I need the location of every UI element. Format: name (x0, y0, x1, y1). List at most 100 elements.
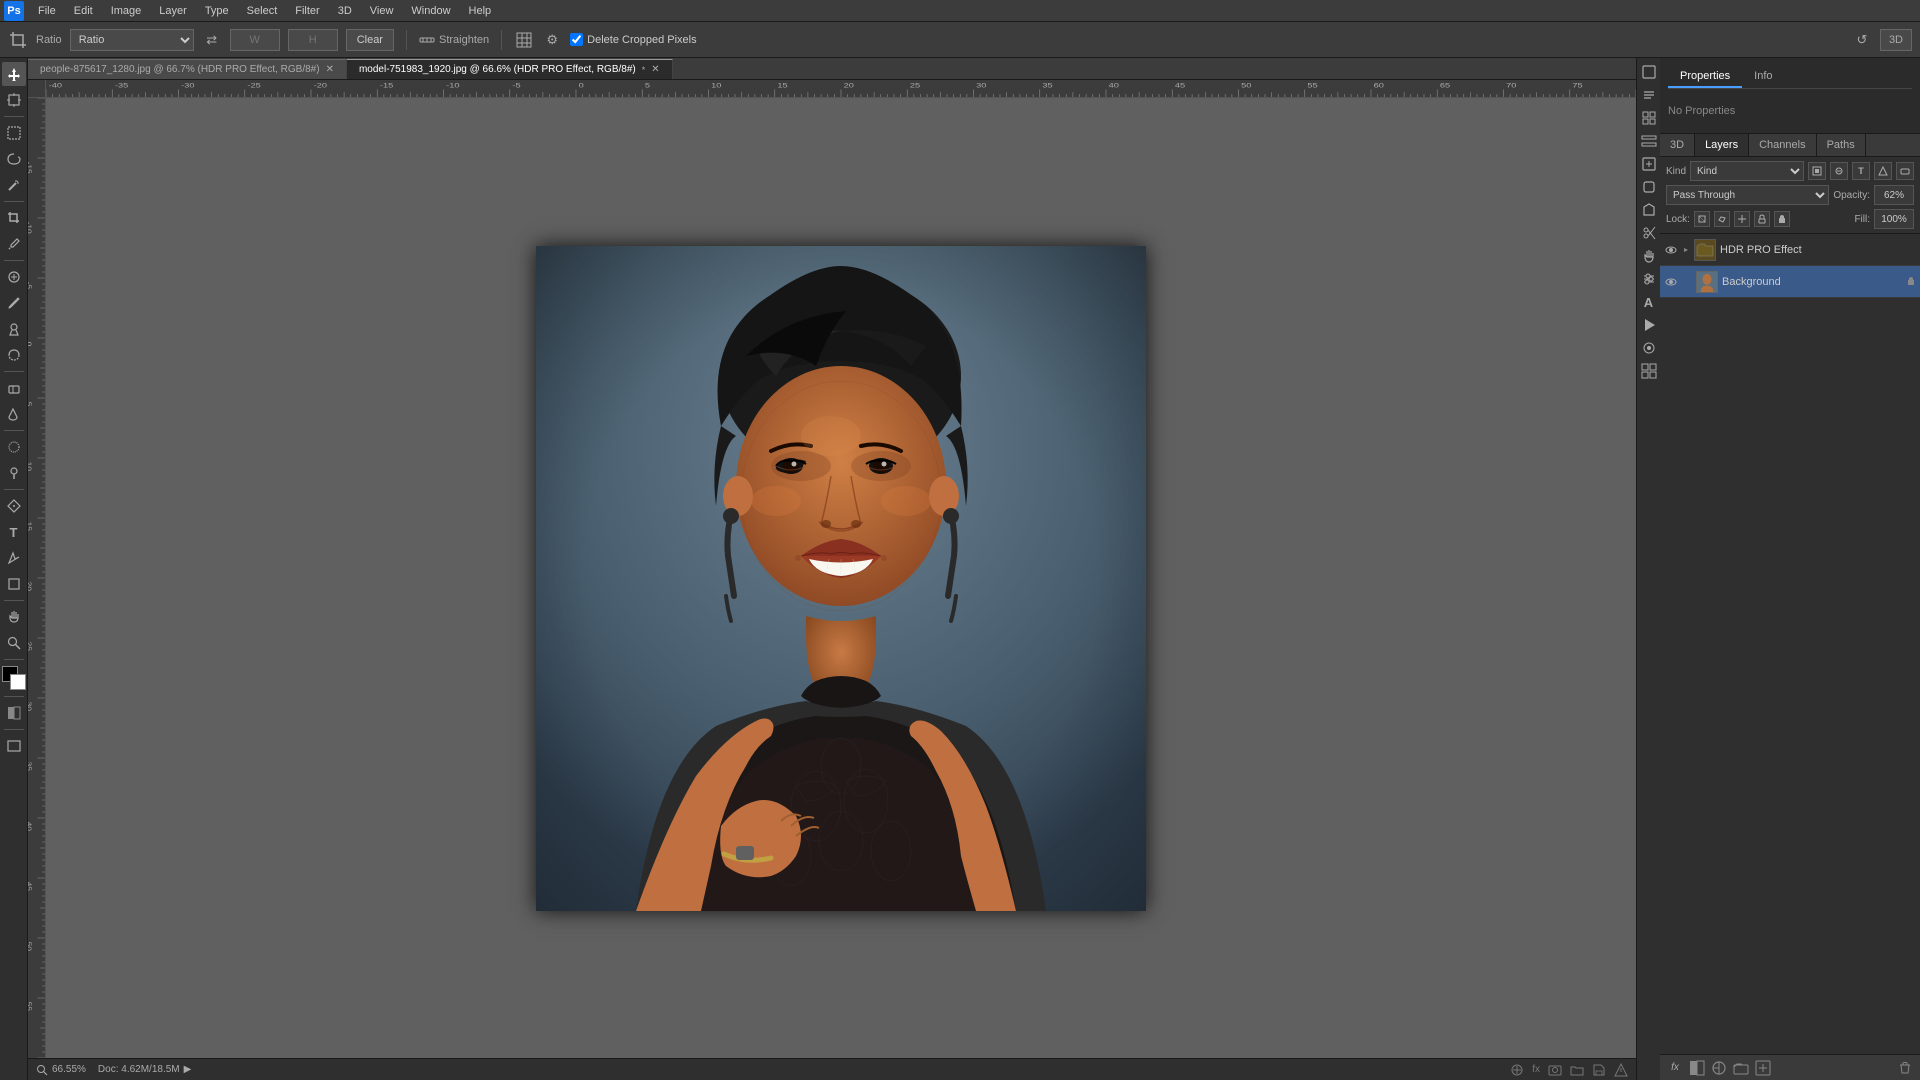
layer-item-hdr[interactable]: HDR PRO Effect (1660, 234, 1920, 266)
lock-artboard[interactable] (1754, 211, 1770, 227)
rt-btn-hand2[interactable] (1639, 246, 1659, 266)
clear-button[interactable]: Clear (346, 29, 394, 51)
layer-foot-adjustment[interactable] (1710, 1059, 1728, 1077)
tool-brush[interactable] (2, 291, 26, 315)
tool-pen[interactable] (2, 494, 26, 518)
layer-filter-smart[interactable] (1896, 162, 1914, 180)
layer-foot-mask[interactable] (1688, 1059, 1706, 1077)
grid-overlay-icon[interactable] (514, 30, 534, 50)
tool-screen-mode[interactable] (2, 734, 26, 758)
tool-eraser[interactable] (2, 376, 26, 400)
swap-icon[interactable]: ⇄ (202, 30, 222, 50)
layers-tab-paths[interactable]: Paths (1817, 134, 1866, 156)
background-color[interactable] (10, 674, 26, 690)
menu-edit[interactable]: Edit (66, 3, 101, 19)
tool-zoom[interactable] (2, 631, 26, 655)
delete-cropped-checkbox[interactable] (570, 33, 583, 46)
layer-hdr-visibility[interactable] (1664, 243, 1678, 257)
reset-icon[interactable]: ↺ (1852, 30, 1872, 50)
menu-file[interactable]: File (30, 3, 64, 19)
rt-btn-3[interactable] (1639, 108, 1659, 128)
layer-foot-delete[interactable] (1896, 1059, 1914, 1077)
menu-3d[interactable]: 3D (330, 3, 360, 19)
lock-position[interactable] (1734, 211, 1750, 227)
rt-btn-type[interactable]: A (1639, 292, 1659, 312)
layers-tab-3d[interactable]: 3D (1660, 134, 1695, 156)
tab-info[interactable]: Info (1742, 66, 1784, 88)
rt-btn-grid[interactable] (1639, 361, 1659, 381)
rt-btn-7[interactable] (1639, 200, 1659, 220)
blend-mode-select[interactable]: Pass Through Normal Multiply Screen (1666, 185, 1829, 205)
layer-filter-adjust[interactable] (1830, 162, 1848, 180)
tool-move[interactable] (2, 62, 26, 86)
layer-foot-group[interactable] (1732, 1059, 1750, 1077)
width-input[interactable] (230, 29, 280, 51)
lock-image[interactable] (1714, 211, 1730, 227)
opacity-value[interactable]: 62% (1874, 185, 1914, 205)
lock-all[interactable] (1774, 211, 1790, 227)
menu-image[interactable]: Image (103, 3, 150, 19)
layer-filter-type[interactable]: T (1852, 162, 1870, 180)
tool-crop[interactable] (2, 206, 26, 230)
tool-artboard[interactable] (2, 88, 26, 112)
menu-help[interactable]: Help (461, 3, 500, 19)
rt-btn-history[interactable] (1639, 62, 1659, 82)
layers-tab-channels[interactable]: Channels (1749, 134, 1816, 156)
crop-tool-icon[interactable] (8, 30, 28, 50)
layer-item-background[interactable]: Background (1660, 266, 1920, 298)
layer-filter-pixel[interactable] (1808, 162, 1826, 180)
tool-healing[interactable] (2, 265, 26, 289)
height-input[interactable] (288, 29, 338, 51)
layer-foot-new[interactable] (1754, 1059, 1772, 1077)
tool-magic-wand[interactable] (2, 173, 26, 197)
rt-btn-adjust[interactable] (1639, 269, 1659, 289)
doc-info-value: Doc: 4.62M/18.5M (98, 1064, 180, 1075)
settings-icon[interactable]: ⚙ (542, 30, 562, 50)
rt-btn-6[interactable] (1639, 177, 1659, 197)
layer-foot-fx[interactable]: fx (1666, 1059, 1684, 1077)
menu-window[interactable]: Window (403, 3, 458, 19)
layer-hdr-expand[interactable] (1682, 246, 1690, 254)
doc-info-arrow[interactable]: ▶ (184, 1064, 192, 1075)
svg-text:-25: -25 (247, 82, 261, 89)
rt-btn-5[interactable] (1639, 154, 1659, 174)
layer-kind-select[interactable]: Kind (1690, 161, 1804, 181)
tab-properties[interactable]: Properties (1668, 66, 1742, 88)
rt-btn-play[interactable] (1639, 315, 1659, 335)
menu-view[interactable]: View (362, 3, 402, 19)
tool-quick-mask[interactable] (2, 701, 26, 725)
rt-btn-scissor[interactable] (1639, 223, 1659, 243)
tool-hand[interactable] (2, 605, 26, 629)
layer-bg-visibility[interactable] (1664, 275, 1678, 289)
tab-1[interactable]: people-875617_1280.jpg @ 66.7% (HDR PRO … (28, 59, 347, 79)
canvas-scroll-area[interactable] (46, 98, 1636, 1058)
foreground-background-colors[interactable] (2, 666, 26, 690)
tab-1-close[interactable]: ✕ (326, 64, 334, 75)
tool-dodge[interactable] (2, 461, 26, 485)
tool-history-brush[interactable] (2, 343, 26, 367)
rt-btn-star[interactable] (1639, 338, 1659, 358)
fill-value[interactable]: 100% (1874, 209, 1914, 229)
menu-filter[interactable]: Filter (287, 3, 327, 19)
rt-btn-2[interactable] (1639, 85, 1659, 105)
menu-select[interactable]: Select (239, 3, 286, 19)
menu-type[interactable]: Type (197, 3, 237, 19)
tool-clone-stamp[interactable] (2, 317, 26, 341)
layer-filter-shape[interactable] (1874, 162, 1892, 180)
tool-lasso[interactable] (2, 147, 26, 171)
tool-blur[interactable] (2, 435, 26, 459)
rt-btn-4[interactable] (1639, 131, 1659, 151)
tool-type[interactable]: T (2, 520, 26, 544)
tool-marquee[interactable] (2, 121, 26, 145)
layers-tab-layers[interactable]: Layers (1695, 134, 1749, 156)
tool-shape[interactable] (2, 572, 26, 596)
ratio-select[interactable]: Ratio W x H x Resolution Original Ratio (70, 29, 194, 51)
menu-layer[interactable]: Layer (151, 3, 195, 19)
tab-2-close[interactable]: ✕ (651, 64, 659, 75)
tool-paint-bucket[interactable] (2, 402, 26, 426)
tool-path-select[interactable] (2, 546, 26, 570)
lock-transparent[interactable] (1694, 211, 1710, 227)
tab-2[interactable]: model-751983_1920.jpg @ 66.6% (HDR PRO E… (347, 59, 673, 79)
tab-1-label: people-875617_1280.jpg @ 66.7% (HDR PRO … (40, 64, 320, 75)
tool-eyedropper[interactable] (2, 232, 26, 256)
